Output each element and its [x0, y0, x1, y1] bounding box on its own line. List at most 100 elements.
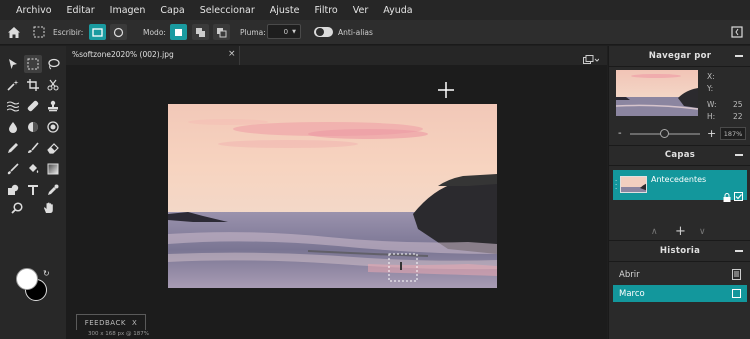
- crop-tool-icon[interactable]: [24, 76, 42, 94]
- menu-archivo[interactable]: Archivo: [16, 5, 52, 16]
- marquee-tool-icon: [30, 24, 47, 40]
- swap-colors-icon[interactable]: ↻: [43, 269, 50, 278]
- eyedropper-tool-icon[interactable]: [44, 181, 62, 199]
- layers-header[interactable]: Capas: [609, 146, 750, 164]
- divider: [609, 261, 750, 262]
- nav-y-label: Y:: [707, 84, 714, 93]
- blur-tool-icon[interactable]: [4, 118, 22, 136]
- rect-select-tool-icon[interactable]: [24, 55, 42, 73]
- layer-name: Antecedentes: [651, 175, 707, 184]
- mode-add-icon[interactable]: [192, 24, 209, 40]
- navigator-thumbnail[interactable]: [616, 70, 698, 116]
- nav-h-value: 22: [733, 112, 743, 121]
- layer-thumbnail: [620, 176, 647, 193]
- lasso-tool-icon[interactable]: [44, 55, 62, 73]
- menu-imagen[interactable]: Imagen: [110, 5, 146, 16]
- menu-ajuste[interactable]: Ajuste: [270, 5, 300, 16]
- pencil-tool-icon[interactable]: [4, 139, 22, 157]
- antialias-toggle[interactable]: [314, 27, 333, 37]
- feedback-label: FEEDBACK: [84, 318, 126, 327]
- magic-wand-tool-icon[interactable]: [4, 76, 22, 94]
- feedback-close-icon[interactable]: X: [132, 319, 137, 327]
- toggle-panels-icon[interactable]: [728, 24, 745, 40]
- escribir-label: Escribir:: [53, 28, 84, 37]
- divider: [609, 165, 750, 166]
- zoom-in-button[interactable]: +: [707, 127, 716, 140]
- crosshair-cursor-icon: [438, 82, 454, 102]
- foreground-color-swatch[interactable]: [16, 268, 38, 290]
- mode-subtract-icon[interactable]: [213, 24, 230, 40]
- history-item[interactable]: Abrir: [613, 266, 747, 283]
- ellipse-shape-icon[interactable]: [110, 24, 127, 40]
- menu-ayuda[interactable]: Ayuda: [383, 5, 412, 16]
- pluma-value: 0: [283, 27, 289, 36]
- options-bar: Escribir: Modo: Pluma: 0 ▼ Anti-alias: [0, 20, 750, 45]
- zoom-value: 187%: [723, 129, 743, 138]
- pluma-select[interactable]: 0 ▼: [267, 24, 301, 39]
- collapse-history-icon[interactable]: [735, 250, 743, 252]
- zoom-tool-icon[interactable]: [8, 199, 26, 217]
- history-item-active[interactable]: Marco: [613, 285, 747, 302]
- brush-tool-icon[interactable]: [24, 139, 42, 157]
- rectangle-shape-icon[interactable]: [89, 24, 106, 40]
- document-tabs: %softzone2020% (002).jpg ×: [66, 46, 607, 65]
- color-replace-tool-icon[interactable]: [4, 160, 22, 178]
- shape-tool-icon[interactable]: [4, 181, 22, 199]
- pluma-label: Pluma:: [240, 28, 266, 37]
- layer-down-icon[interactable]: ∨: [699, 227, 706, 237]
- navigator-title: Navegar por: [648, 51, 712, 61]
- eraser-tool-icon[interactable]: [44, 139, 62, 157]
- photo-editor-window: Archivo Editar Imagen Capa Seleccionar A…: [0, 0, 750, 339]
- navigator-header[interactable]: Navegar por: [609, 47, 750, 65]
- history-item-label: Abrir: [619, 269, 640, 280]
- zoom-slider-handle[interactable]: [660, 129, 669, 138]
- tools-panel: ↻: [0, 46, 66, 339]
- home-icon[interactable]: [5, 24, 22, 40]
- zoom-out-button[interactable]: -: [618, 128, 622, 139]
- scissors-tool-icon[interactable]: [44, 76, 62, 94]
- mode-new-icon[interactable]: [170, 24, 187, 40]
- text-tool-icon[interactable]: [24, 181, 42, 199]
- layers-title: Capas: [664, 150, 696, 160]
- close-icon[interactable]: ×: [228, 49, 236, 59]
- layer-visibility-checkbox[interactable]: [734, 186, 743, 205]
- document-image[interactable]: [168, 104, 497, 288]
- document-tab[interactable]: %softzone2020% (002).jpg ×: [66, 46, 240, 65]
- menu-capa[interactable]: Capa: [160, 5, 184, 16]
- dodge-tool-icon[interactable]: [24, 118, 42, 136]
- menu-bar: Archivo Editar Imagen Capa Seleccionar A…: [0, 0, 750, 20]
- history-header[interactable]: Historia: [609, 242, 750, 260]
- divider: [609, 66, 750, 67]
- collapse-layers-icon[interactable]: [735, 154, 743, 156]
- healing-tool-icon[interactable]: [24, 97, 42, 115]
- sponge-tool-icon[interactable]: [44, 118, 62, 136]
- move-tool-icon[interactable]: [4, 55, 22, 73]
- zoom-field[interactable]: 187%: [720, 127, 746, 140]
- hand-tool-icon[interactable]: [40, 199, 58, 217]
- document-icon: [732, 269, 741, 283]
- nav-w-value: 25: [733, 100, 743, 109]
- history-title: Historia: [659, 246, 701, 256]
- menu-filtro[interactable]: Filtro: [314, 5, 337, 16]
- menu-seleccionar[interactable]: Seleccionar: [200, 5, 255, 16]
- gradient-tool-icon[interactable]: [44, 160, 62, 178]
- history-item-label: Marco: [619, 288, 645, 299]
- color-swatches: ↻: [16, 268, 52, 304]
- layer-up-icon[interactable]: ∧: [651, 227, 658, 237]
- menu-editar[interactable]: Editar: [67, 5, 95, 16]
- nav-h-label: H:: [707, 112, 716, 121]
- document-tab-title: %softzone2020% (002).jpg: [72, 50, 174, 59]
- image-size-status: 300 x 168 px @ 187%: [88, 331, 149, 337]
- antialias-label: Anti-alias: [338, 28, 373, 37]
- chevron-down-icon: ▼: [292, 28, 296, 35]
- add-layer-icon[interactable]: +: [675, 224, 686, 239]
- paint-bucket-tool-icon[interactable]: [24, 160, 42, 178]
- layer-drag-handle-icon[interactable]: · · ·: [615, 178, 617, 193]
- liquify-tool-icon[interactable]: [4, 97, 22, 115]
- stamp-tool-icon[interactable]: [44, 97, 62, 115]
- feedback-tab[interactable]: FEEDBACK X: [76, 314, 146, 330]
- nav-x-label: X:: [707, 72, 715, 81]
- collapse-navigator-icon[interactable]: [735, 55, 743, 57]
- menu-ver[interactable]: Ver: [353, 5, 369, 16]
- lock-icon[interactable]: [723, 187, 731, 206]
